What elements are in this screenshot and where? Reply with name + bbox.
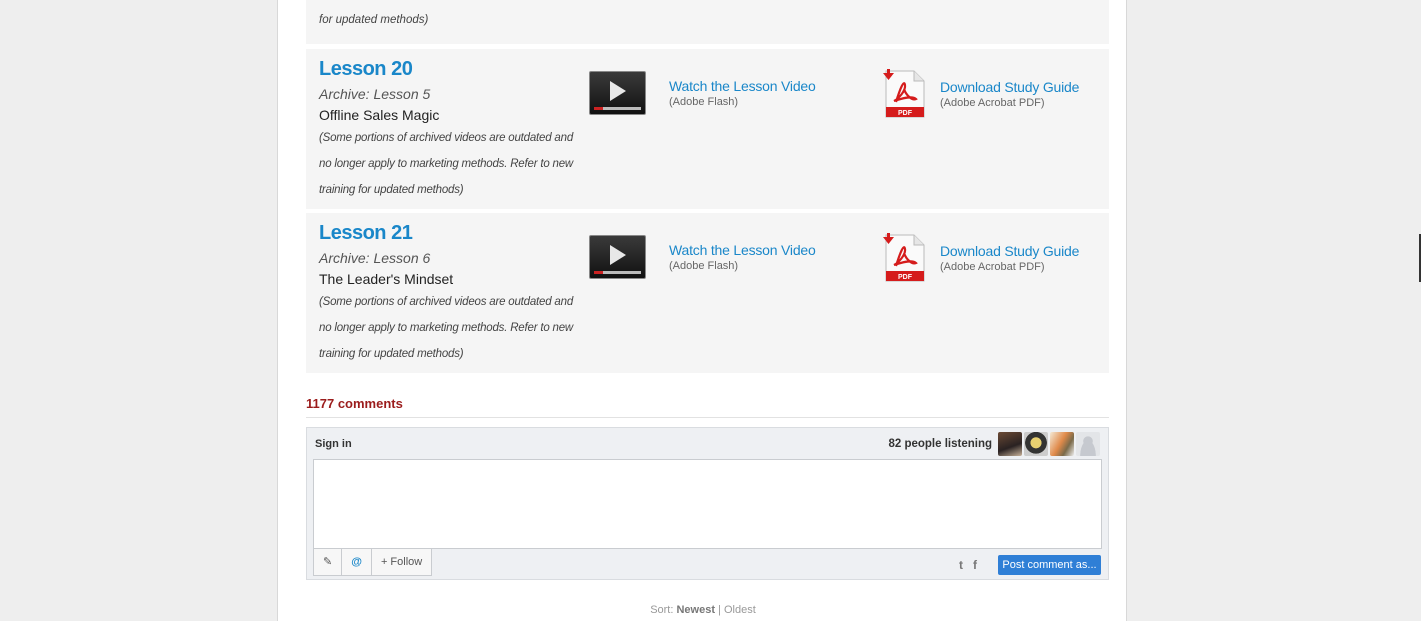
- mention-icon[interactable]: @: [342, 549, 372, 575]
- avatar[interactable]: [998, 432, 1022, 456]
- lesson-archive-label: Archive: Lesson 5: [319, 86, 431, 102]
- listening-count: 82 people listening: [888, 438, 992, 450]
- avatar[interactable]: [1076, 432, 1100, 456]
- play-icon: [610, 81, 626, 101]
- lesson-card-partial: for updated methods): [306, 0, 1109, 44]
- sort-separator: |: [718, 604, 721, 616]
- comment-box: Sign in 82 people listening ✎ @ + Follow…: [306, 427, 1109, 580]
- download-guide-link-block: Download Study Guide (Adobe Acrobat PDF): [940, 243, 1079, 274]
- comment-toolbar: ✎ @ + Follow: [313, 549, 433, 576]
- post-comment-button[interactable]: Post comment as...: [998, 555, 1101, 575]
- video-thumbnail-icon[interactable]: [589, 71, 646, 115]
- lesson-card: Lesson 21 Archive: Lesson 6 The Leader's…: [306, 213, 1109, 373]
- lesson-card: Lesson 20 Archive: Lesson 5 Offline Sale…: [306, 49, 1109, 209]
- lesson-info: Lesson 21 Archive: Lesson 6 The Leader's…: [319, 213, 581, 367]
- divider: [306, 417, 1109, 418]
- facebook-icon[interactable]: f: [973, 558, 977, 572]
- lesson-note: (Some portions of archived videos are ou…: [319, 296, 574, 360]
- sort-bar: Sort: Newest | Oldest: [278, 604, 1128, 616]
- lesson-note: (Some portions of archived videos are ou…: [319, 132, 574, 196]
- lesson-archive-label: Archive: Lesson 6: [319, 250, 431, 266]
- lesson-subtitle: Offline Sales Magic: [319, 107, 440, 123]
- twitter-icon[interactable]: t: [959, 558, 963, 572]
- download-guide-link-block: Download Study Guide (Adobe Acrobat PDF): [940, 79, 1079, 110]
- page-container: for updated methods) Lesson 20 Archive: …: [277, 0, 1127, 621]
- svg-text:PDF: PDF: [898, 110, 913, 117]
- avatar[interactable]: [1024, 432, 1048, 456]
- pdf-download-icon[interactable]: PDF: [882, 69, 926, 119]
- download-guide-link[interactable]: Download Study Guide: [940, 79, 1079, 96]
- svg-text:PDF: PDF: [898, 274, 913, 281]
- lesson-title: Lesson 21: [319, 222, 413, 244]
- lesson-note: for updated methods): [319, 14, 429, 26]
- edit-pencil-icon[interactable]: ✎: [314, 549, 343, 575]
- watch-video-link-block: Watch the Lesson Video (Adobe Flash): [669, 242, 816, 273]
- pdf-download-icon[interactable]: PDF: [882, 233, 926, 283]
- lesson-subtitle: The Leader's Mindset: [319, 271, 454, 287]
- sort-newest[interactable]: Newest: [676, 604, 715, 616]
- watch-video-link[interactable]: Watch the Lesson Video: [669, 242, 816, 259]
- sign-in-link[interactable]: Sign in: [315, 438, 352, 450]
- sort-oldest[interactable]: Oldest: [724, 604, 756, 616]
- follow-button[interactable]: + Follow: [372, 549, 431, 575]
- video-format-label: (Adobe Flash): [669, 260, 739, 272]
- guide-format-label: (Adobe Acrobat PDF): [940, 97, 1045, 109]
- watch-video-link[interactable]: Watch the Lesson Video: [669, 78, 816, 95]
- share-icons: t f: [959, 558, 977, 572]
- avatar[interactable]: [1050, 432, 1074, 456]
- guide-format-label: (Adobe Acrobat PDF): [940, 261, 1045, 273]
- download-guide-link[interactable]: Download Study Guide: [940, 243, 1079, 260]
- sort-label: Sort:: [650, 604, 674, 616]
- lesson-title: Lesson 20: [319, 58, 413, 80]
- watch-video-link-block: Watch the Lesson Video (Adobe Flash): [669, 78, 816, 109]
- listener-avatars: [998, 432, 1100, 456]
- comments-count: 1177 comments: [306, 396, 403, 411]
- play-icon: [610, 245, 626, 265]
- lesson-info: Lesson 20 Archive: Lesson 5 Offline Sale…: [319, 49, 581, 203]
- video-thumbnail-icon[interactable]: [589, 235, 646, 279]
- video-format-label: (Adobe Flash): [669, 96, 739, 108]
- comment-input[interactable]: [313, 459, 1102, 549]
